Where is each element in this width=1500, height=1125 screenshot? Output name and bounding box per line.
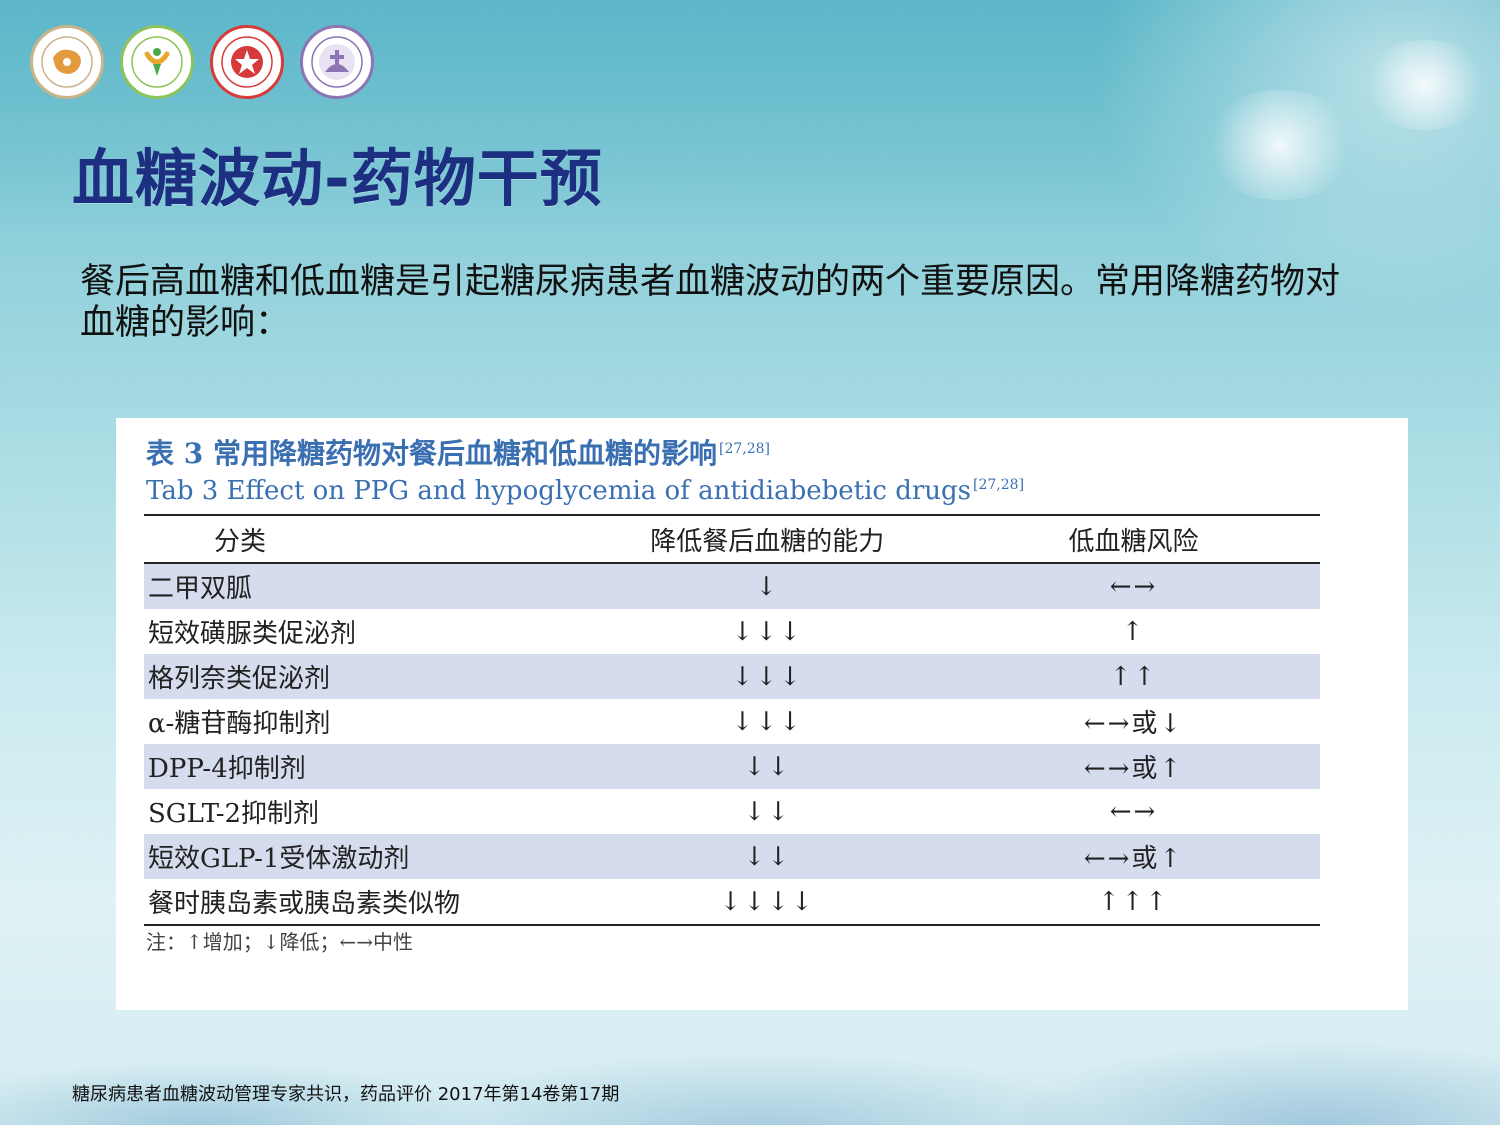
- row-ppg: ↓↓: [587, 834, 948, 879]
- row-ppg: ↓: [587, 563, 948, 609]
- row-ppg: ↓↓↓↓: [587, 879, 948, 926]
- row-category: 二甲双胍: [144, 563, 588, 609]
- row-category: SGLT-2抑制剂: [148, 799, 320, 829]
- row-hypo: ←→: [947, 563, 1320, 609]
- drug-effect-table: 分类 降低餐后血糖的能力 低血糖风险 二甲双胍 ↓ ←→ 短效磺脲类促泌剂 ↓↓…: [144, 514, 1320, 926]
- table-caption-en-text: Tab 3 Effect on PPG and hypoglycemia of …: [146, 476, 972, 506]
- table-row: α-糖苷酶抑制剂 ↓↓↓ ←→或↓: [144, 699, 1320, 744]
- table-caption-cn-text: 表 3 常用降糖药物对餐后血糖和低血糖的影响: [146, 437, 717, 470]
- table-header-row: 分类 降低餐后血糖的能力 低血糖风险: [144, 514, 1320, 564]
- table-row: 短效磺脲类促泌剂 ↓↓↓ ↑: [144, 609, 1320, 654]
- background-cloud: [1200, 90, 1360, 200]
- table-row: 餐时胰岛素或胰岛素类似物 ↓↓↓↓ ↑↑↑: [144, 879, 1320, 926]
- row-hypo: ←→或↑: [947, 744, 1320, 789]
- row-hypo: ←→或↓: [1083, 709, 1184, 739]
- background-cloud: [1360, 40, 1490, 130]
- row-category: 短效磺脲类促泌剂: [148, 619, 357, 649]
- row-category: 格列奈类促泌剂: [144, 654, 588, 699]
- row-category: α-糖苷酶抑制剂: [148, 709, 331, 739]
- health-promotion-foundation-logo-icon: [210, 25, 284, 99]
- table-row: 格列奈类促泌剂 ↓↓↓ ↑↑: [144, 654, 1320, 699]
- table-note: 注：↑增加；↓降低；←→中性: [146, 930, 414, 954]
- table-row: DPP-4抑制剂 ↓↓ ←→或↑: [144, 744, 1320, 789]
- row-ppg: ↓↓: [743, 796, 792, 827]
- source-citation: 糖尿病患者血糖波动管理专家共识，药品评价 2017年第14卷第17期: [72, 1084, 620, 1105]
- table-row: SGLT-2抑制剂 ↓↓ ←→: [144, 789, 1320, 834]
- row-category: 短效GLP-1受体激动剂: [144, 834, 588, 879]
- row-ppg: ↓↓↓: [731, 706, 803, 737]
- table-caption-en-ref: [27,28]: [973, 477, 1025, 494]
- nursing-association-logo-icon: [300, 25, 374, 99]
- row-hypo: ↑: [1121, 616, 1146, 647]
- table-row: 二甲双胍 ↓ ←→: [144, 563, 1320, 609]
- row-hypo: ↑↑↑: [947, 879, 1320, 926]
- table-row: 短效GLP-1受体激动剂 ↓↓ ←→或↑: [144, 834, 1320, 879]
- page-title: 血糖波动-药物干预: [72, 142, 603, 215]
- logo-row: [30, 25, 374, 99]
- table-caption-cn-ref: [27,28]: [718, 440, 770, 457]
- row-ppg: ↓↓↓: [731, 616, 803, 647]
- row-hypo: ←→或↑: [947, 834, 1320, 879]
- row-category: 餐时胰岛素或胰岛素类似物: [144, 879, 588, 926]
- row-ppg: ↓↓↓: [587, 654, 948, 699]
- row-hypo: ↑↑: [947, 654, 1320, 699]
- table-caption-en: Tab 3 Effect on PPG and hypoglycemia of …: [146, 476, 1024, 506]
- table-caption-cn: 表 3 常用降糖药物对餐后血糖和低血糖的影响 [27,28]: [146, 432, 770, 472]
- table-panel: 表 3 常用降糖药物对餐后血糖和低血糖的影响 [27,28] Tab 3 Effe…: [116, 418, 1408, 1010]
- header-ppg: 降低餐后血糖的能力: [587, 514, 948, 564]
- header-category: 分类: [144, 514, 588, 564]
- chinese-society-of-geriatrics-logo-icon: [120, 25, 194, 99]
- row-ppg: ↓↓: [587, 744, 948, 789]
- row-category: DPP-4抑制剂: [144, 744, 588, 789]
- chinese-medical-association-logo-icon: [30, 25, 104, 99]
- header-hypoglycemia: 低血糖风险: [947, 514, 1320, 564]
- row-hypo: ←→: [1109, 796, 1158, 827]
- intro-text: 餐后高血糖和低血糖是引起糖尿病患者血糖波动的两个重要原因。常用降糖药物对血糖的影…: [80, 262, 1341, 343]
